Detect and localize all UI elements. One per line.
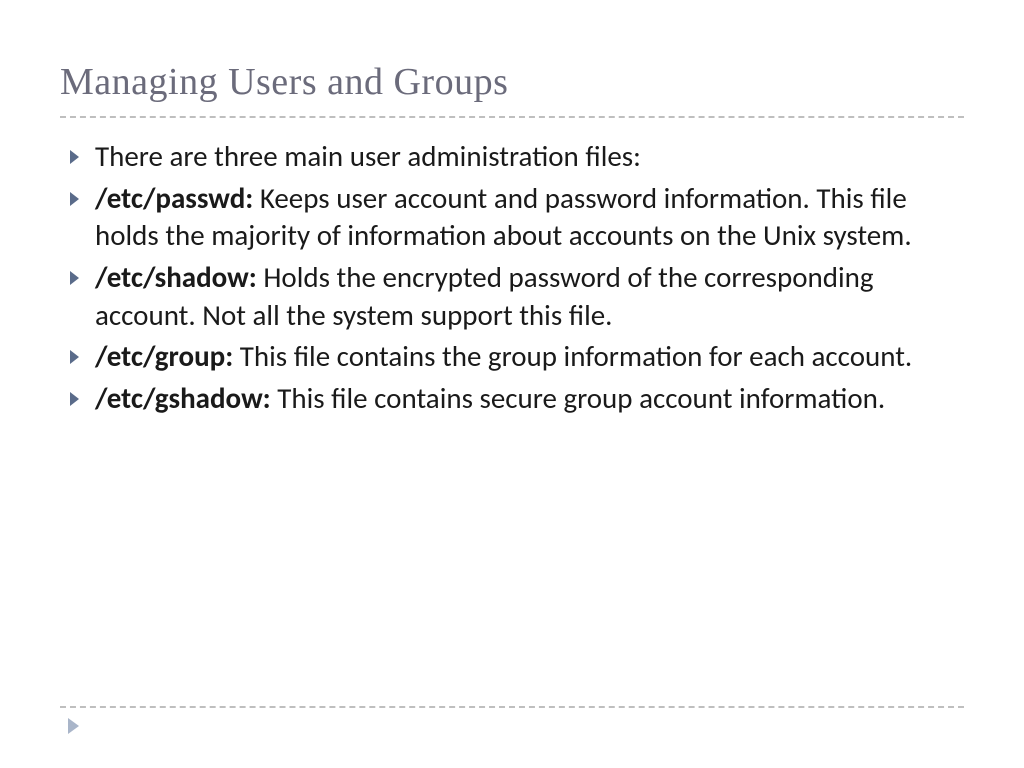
- slide-content: There are three main user administration…: [60, 138, 964, 418]
- bullet-body: There are three main user administration…: [95, 138, 641, 174]
- bullet-text: /etc/group: This file contains the group…: [95, 338, 912, 376]
- bullet-triangle-icon: [70, 271, 79, 285]
- bullet-text: /etc/passwd: Keeps user account and pass…: [95, 180, 964, 255]
- slide-title: Managing Users and Groups: [60, 60, 964, 104]
- bullet-triangle-icon: [70, 392, 79, 406]
- bullet-label: /etc/passwd:: [95, 180, 260, 216]
- bullet-item: /etc/group: This file contains the group…: [70, 338, 964, 376]
- bullet-text: /etc/shadow: Holds the encrypted passwor…: [95, 259, 964, 334]
- bullet-text: /etc/gshadow: This file contains secure …: [95, 380, 885, 418]
- bullet-text: There are three main user administration…: [95, 138, 641, 176]
- bullet-label: /etc/gshadow:: [95, 380, 277, 416]
- bullet-label: /etc/shadow:: [95, 259, 263, 295]
- footer-divider: [60, 706, 964, 708]
- bullet-item: /etc/gshadow: This file contains secure …: [70, 380, 964, 418]
- bullet-triangle-icon: [70, 192, 79, 206]
- bullet-triangle-icon: [70, 150, 79, 164]
- bullet-item: There are three main user administration…: [70, 138, 964, 176]
- bullet-item: /etc/shadow: Holds the encrypted passwor…: [70, 259, 964, 334]
- bullet-label: /etc/group:: [95, 338, 240, 374]
- bullet-body: This file contains the group information…: [240, 338, 912, 374]
- bullet-item: /etc/passwd: Keeps user account and pass…: [70, 180, 964, 255]
- bullet-body: This file contains secure group account …: [277, 380, 885, 416]
- title-divider: [60, 116, 964, 118]
- footer-triangle-icon: [68, 718, 79, 734]
- bullet-triangle-icon: [70, 350, 79, 364]
